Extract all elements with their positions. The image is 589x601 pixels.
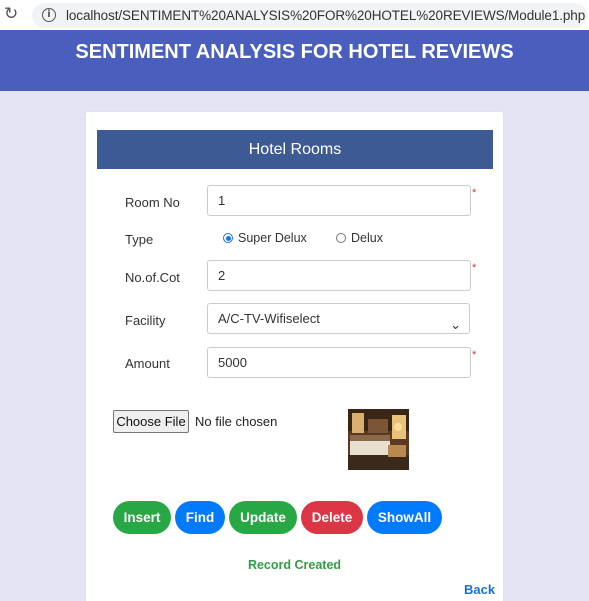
radio-delux[interactable] xyxy=(336,233,346,243)
form-card: Hotel Rooms Room No 1 * Type Super Delux… xyxy=(85,111,504,601)
delete-button[interactable]: Delete xyxy=(301,501,363,534)
page-title: SENTIMENT ANALYSIS FOR HOTEL REVIEWS xyxy=(75,41,514,63)
room-photo-image xyxy=(348,409,409,470)
status-message: Record Created xyxy=(247,558,342,572)
url-text: localhost/SENTIMENT%20ANALYSIS%20FOR%20H… xyxy=(66,8,586,23)
required-mark: * xyxy=(472,262,477,274)
cot-label: No.of.Cot xyxy=(125,270,180,285)
show-all-button[interactable]: ShowAll xyxy=(367,501,442,534)
card-header: Hotel Rooms xyxy=(97,130,493,169)
back-link[interactable]: Back xyxy=(464,582,495,597)
chevron-down-icon: ⌄ xyxy=(450,318,461,333)
file-status: No file chosen xyxy=(195,414,278,429)
room-no-label: Room No xyxy=(125,195,180,210)
facility-selected-value: A/C-TV-Wifiselect xyxy=(218,311,320,326)
radio-delux-label: Delux xyxy=(351,231,383,245)
reload-icon[interactable]: ↻ xyxy=(4,4,18,24)
browser-address-bar: ↻ i localhost/SENTIMENT%20ANALYSIS%20FOR… xyxy=(0,0,589,30)
facility-label: Facility xyxy=(125,313,166,328)
required-mark: * xyxy=(472,187,477,199)
card-title: Hotel Rooms xyxy=(248,141,342,158)
required-mark: * xyxy=(472,349,477,361)
url-bar[interactable]: i localhost/SENTIMENT%20ANALYSIS%20FOR%2… xyxy=(32,3,587,28)
facility-select[interactable]: A/C-TV-Wifiselect ⌄ xyxy=(207,303,470,334)
room-no-input[interactable]: 1 xyxy=(207,185,471,216)
insert-button[interactable]: Insert xyxy=(113,501,171,534)
choose-file-button[interactable]: Choose File xyxy=(113,410,189,433)
amount-input[interactable]: 5000 xyxy=(207,347,471,378)
radio-super-delux[interactable] xyxy=(223,233,233,243)
room-photo-thumbnail xyxy=(348,409,409,470)
amount-label: Amount xyxy=(125,356,170,371)
type-label: Type xyxy=(125,232,154,247)
page-header: SENTIMENT ANALYSIS FOR HOTEL REVIEWS xyxy=(0,30,589,91)
cot-input[interactable]: 2 xyxy=(207,260,471,291)
find-button[interactable]: Find xyxy=(175,501,225,534)
info-icon[interactable]: i xyxy=(42,8,56,22)
update-button[interactable]: Update xyxy=(229,501,297,534)
radio-super-delux-label: Super Delux xyxy=(238,231,307,245)
